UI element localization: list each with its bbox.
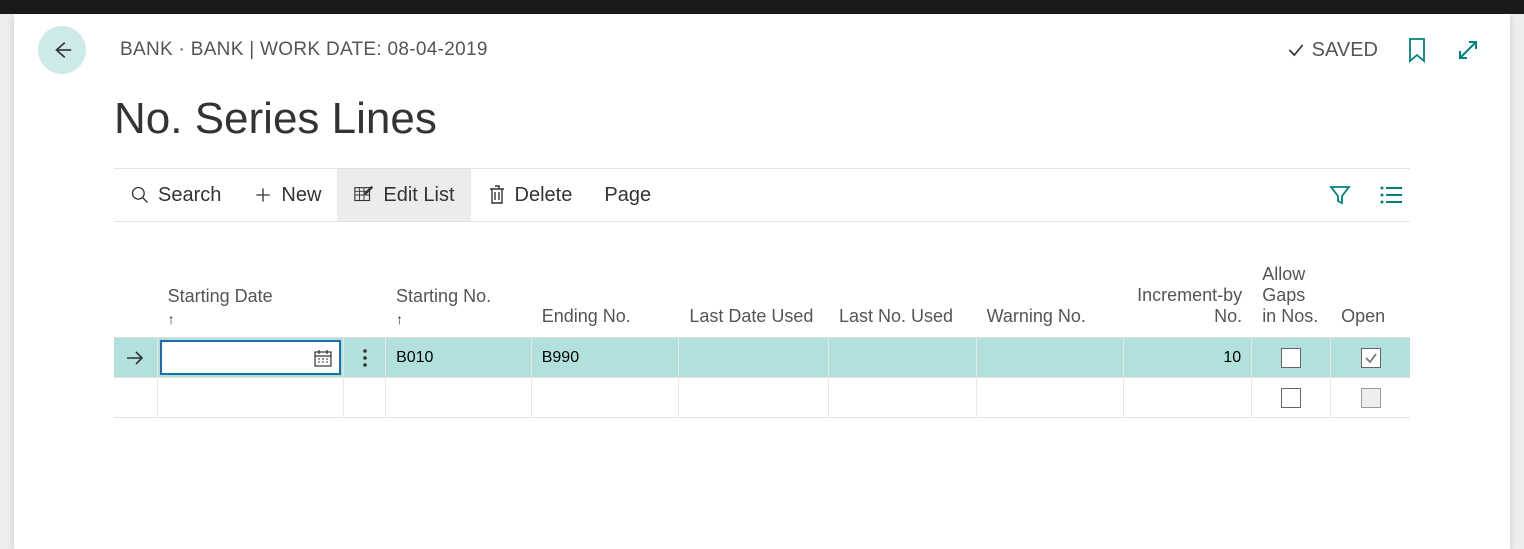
allow-gaps-checkbox[interactable] (1281, 348, 1301, 368)
trash-icon (487, 184, 507, 206)
cell-last-no-used[interactable] (829, 378, 977, 417)
col-last-no-used[interactable]: Last No. Used (829, 300, 977, 337)
sort-asc-icon: ↑ (396, 311, 403, 327)
allow-gaps-checkbox[interactable] (1281, 388, 1301, 408)
data-grid: Starting Date ↑ Starting No. ↑ Ending No… (114, 246, 1410, 418)
col-actions (344, 321, 386, 337)
check-icon (1286, 40, 1306, 60)
main-panel: BANK · BANK | WORK DATE: 08-04-2019 SAVE… (14, 14, 1510, 549)
cell-ending-no[interactable]: B990 (532, 338, 680, 377)
row-handle[interactable] (114, 338, 158, 377)
expand-icon[interactable] (1456, 38, 1480, 62)
cell-warning-no[interactable] (977, 338, 1125, 377)
back-button[interactable] (38, 26, 86, 74)
col-last-date-used[interactable]: Last Date Used (679, 300, 829, 337)
page-menu[interactable]: Page (588, 169, 667, 221)
saved-status: SAVED (1286, 39, 1378, 62)
new-label: New (281, 184, 321, 207)
cell-open[interactable] (1331, 338, 1410, 377)
table-row[interactable]: B010 B990 10 (114, 338, 1410, 378)
col-increment-by[interactable]: Increment-by No. (1124, 279, 1252, 337)
edit-list-icon (353, 185, 375, 205)
filter-icon[interactable] (1328, 183, 1352, 207)
cell-last-date-used[interactable] (679, 338, 829, 377)
page-header: BANK · BANK | WORK DATE: 08-04-2019 SAVE… (14, 14, 1510, 74)
app-topbar (0, 0, 1524, 14)
col-open[interactable]: Open (1331, 300, 1410, 337)
col-ending-no[interactable]: Ending No. (532, 300, 680, 337)
cell-increment-by[interactable]: 10 (1124, 338, 1252, 377)
breadcrumb: BANK · BANK | WORK DATE: 08-04-2019 (120, 39, 488, 61)
cell-starting-no[interactable]: B010 (386, 338, 532, 377)
calendar-icon[interactable] (313, 348, 333, 368)
grid-header: Starting Date ↑ Starting No. ↑ Ending No… (114, 246, 1410, 338)
starting-date-input[interactable] (160, 340, 342, 375)
arrow-left-icon (51, 39, 73, 61)
col-selector (114, 321, 158, 337)
cell-increment-by[interactable] (1124, 378, 1252, 417)
col-starting-date[interactable]: Starting Date ↑ (158, 280, 345, 337)
page-title: No. Series Lines (14, 74, 1510, 168)
saved-label: SAVED (1312, 39, 1378, 62)
row-actions[interactable] (344, 378, 386, 417)
new-button[interactable]: New (237, 169, 337, 221)
delete-button[interactable]: Delete (471, 169, 589, 221)
sort-asc-icon: ↑ (168, 311, 175, 327)
cell-allow-gaps[interactable] (1252, 338, 1331, 377)
cell-ending-no[interactable] (532, 378, 680, 417)
list-view-icon[interactable] (1380, 185, 1404, 205)
cell-open[interactable] (1331, 378, 1410, 417)
edit-list-label: Edit List (383, 184, 454, 207)
cell-starting-no[interactable] (386, 378, 532, 417)
cell-last-date-used[interactable] (679, 378, 829, 417)
col-allow-gaps[interactable]: Allow Gaps in Nos. (1252, 258, 1331, 337)
cell-warning-no[interactable] (977, 378, 1125, 417)
cell-allow-gaps[interactable] (1252, 378, 1331, 417)
open-checkbox[interactable] (1361, 348, 1381, 368)
row-handle[interactable] (114, 378, 158, 417)
row-actions[interactable] (344, 338, 386, 377)
search-icon (130, 185, 150, 205)
toolbar: Search New Edit List Dele (114, 168, 1410, 222)
search-button[interactable]: Search (114, 169, 237, 221)
search-label: Search (158, 184, 221, 207)
plus-icon (253, 185, 273, 205)
col-warning-no[interactable]: Warning No. (977, 300, 1125, 337)
more-vertical-icon (362, 348, 368, 368)
check-icon (1364, 351, 1378, 365)
delete-label: Delete (515, 184, 573, 207)
open-checkbox[interactable] (1361, 388, 1381, 408)
arrow-right-icon (125, 350, 145, 366)
table-row[interactable] (114, 378, 1410, 418)
col-starting-no[interactable]: Starting No. ↑ (386, 280, 532, 337)
cell-last-no-used[interactable] (829, 338, 977, 377)
edit-list-button[interactable]: Edit List (337, 169, 470, 221)
bookmark-icon[interactable] (1406, 37, 1428, 63)
page-label: Page (604, 184, 651, 207)
cell-starting-date[interactable] (158, 338, 345, 377)
cell-starting-date[interactable] (158, 378, 345, 417)
